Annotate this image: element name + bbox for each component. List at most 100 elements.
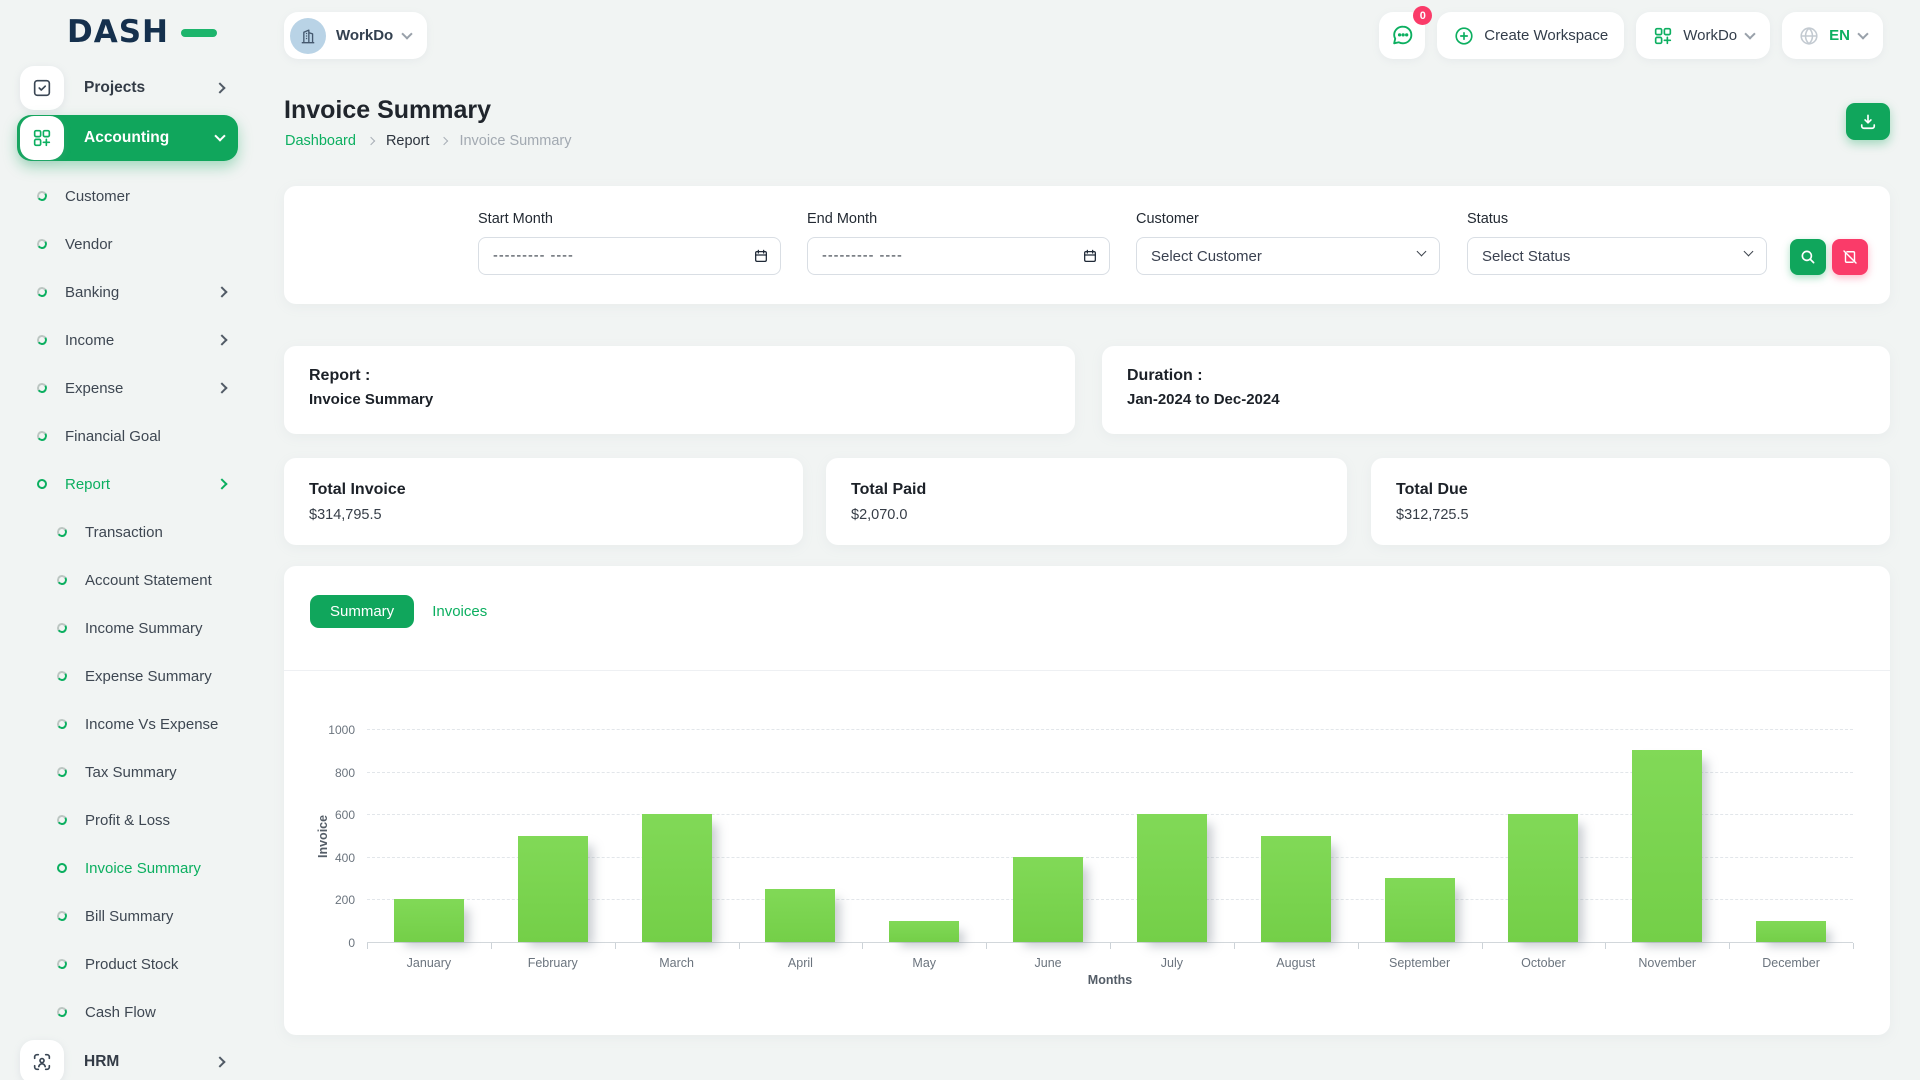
axis-tick — [1110, 943, 1111, 949]
axis-tick — [986, 943, 987, 949]
x-tick-label: December — [1729, 956, 1853, 970]
sidebar-item-report[interactable]: Report — [0, 460, 240, 508]
sidebar-item-product-stock[interactable]: Product Stock — [0, 940, 240, 988]
gridline-800 — [367, 772, 1853, 773]
customer-label: Customer — [1136, 211, 1440, 227]
sidebar-item-banking[interactable]: Banking — [0, 268, 240, 316]
breadcrumb-dashboard[interactable]: Dashboard — [285, 133, 356, 149]
sidebar-item-label: Projects — [84, 79, 145, 97]
sidebar-item-accounting[interactable]: Accounting — [17, 115, 238, 161]
sidebar-item-customer[interactable]: Customer — [0, 172, 240, 220]
download-icon — [1858, 112, 1878, 132]
end-month-input[interactable] — [822, 248, 1073, 264]
axis-tick — [1234, 943, 1235, 949]
bullet-icon — [36, 238, 48, 250]
y-tick-label: 0 — [309, 936, 355, 950]
customer-select[interactable]: Select Customer — [1136, 237, 1440, 275]
sidebar-item-label: Invoice Summary — [85, 860, 201, 877]
status-label: Status — [1467, 211, 1767, 227]
sidebar-item-expense-summary[interactable]: Expense Summary — [0, 652, 240, 700]
bullet-icon — [36, 430, 48, 442]
axis-tick — [739, 943, 740, 949]
filter-card: Start Month End Month Customer Select Cu… — [284, 186, 1890, 304]
chevron-right-icon — [216, 286, 227, 297]
axis-tick — [1853, 943, 1854, 949]
axis-tick — [1358, 943, 1359, 949]
x-tick-label: September — [1358, 956, 1482, 970]
report-info-card: Report : Invoice Summary — [284, 346, 1075, 434]
sidebar-item-profit-loss[interactable]: Profit & Loss — [0, 796, 240, 844]
sidebar-item-label: Customer — [65, 188, 130, 205]
y-tick-label: 800 — [309, 766, 355, 780]
sidebar-item-income[interactable]: Income — [0, 316, 240, 364]
sidebar-item-bill-summary[interactable]: Bill Summary — [0, 892, 240, 940]
report-label: Report : — [309, 367, 1050, 385]
search-icon — [1799, 248, 1817, 266]
chevron-right-icon — [216, 382, 227, 393]
sidebar-item-label: Expense — [65, 380, 123, 397]
x-tick-label: January — [367, 956, 491, 970]
axis-tick — [862, 943, 863, 949]
breadcrumb: Dashboard Report Invoice Summary — [285, 133, 571, 149]
sidebar-item-expense[interactable]: Expense — [0, 364, 240, 412]
axis-tick — [491, 943, 492, 949]
sidebar-item-tax-summary[interactable]: Tax Summary — [0, 748, 240, 796]
search-button[interactable] — [1790, 239, 1826, 275]
download-report-button[interactable] — [1846, 103, 1890, 140]
axis-tick — [615, 943, 616, 949]
sidebar-item-invoice-summary[interactable]: Invoice Summary — [0, 844, 240, 892]
sidebar-item-projects[interactable]: Projects — [17, 65, 238, 111]
tab-summary[interactable]: Summary — [310, 595, 414, 628]
x-tick-label: March — [615, 956, 739, 970]
sidebar-item-label: Profit & Loss — [85, 812, 170, 829]
bar-october — [1508, 814, 1578, 942]
sidebar-item-cash-flow[interactable]: Cash Flow — [0, 988, 240, 1036]
bar-august — [1261, 836, 1331, 943]
bullet-icon — [56, 574, 68, 586]
page-title: Invoice Summary — [284, 96, 491, 125]
gridline-400 — [367, 857, 1853, 858]
chevron-right-icon — [367, 137, 375, 145]
start-month-input[interactable] — [493, 248, 744, 264]
chevron-right-icon — [440, 137, 448, 145]
sidebar-item-financial-goal[interactable]: Financial Goal — [0, 412, 240, 460]
chevron-right-icon — [214, 82, 225, 93]
axis-tick — [367, 943, 368, 949]
bullet-icon — [36, 382, 48, 394]
gridline-1000 — [367, 729, 1853, 730]
checkbox-icon — [20, 66, 64, 110]
sidebar-item-vendor[interactable]: Vendor — [0, 220, 240, 268]
x-tick-label: February — [491, 956, 615, 970]
bullet-icon — [36, 190, 48, 202]
y-tick-label: 400 — [309, 851, 355, 865]
stat-card-total-invoice: Total Invoice $314,795.5 — [284, 458, 803, 545]
bullet-icon — [56, 766, 68, 778]
end-month-field[interactable] — [807, 237, 1110, 275]
bullet-icon — [56, 958, 68, 970]
chevron-down-icon — [1744, 247, 1754, 257]
breadcrumb-report[interactable]: Report — [386, 133, 430, 149]
bar-december — [1756, 921, 1826, 942]
duration-value: Jan-2024 to Dec-2024 — [1127, 391, 1865, 408]
start-month-field[interactable] — [478, 237, 781, 275]
sidebar-item-income-summary[interactable]: Income Summary — [0, 604, 240, 652]
sidebar-item-label: HRM — [84, 1053, 119, 1071]
x-axis-title: Months — [367, 973, 1853, 987]
x-tick-label: August — [1234, 956, 1358, 970]
y-tick-label: 1000 — [309, 723, 355, 737]
sidebar-item-income-vs-expense[interactable]: Income Vs Expense — [0, 700, 240, 748]
bullet-icon — [56, 1006, 68, 1018]
duration-label: Duration : — [1127, 367, 1865, 385]
tab-invoices[interactable]: Invoices — [432, 603, 487, 620]
start-month-label: Start Month — [478, 211, 781, 227]
sidebar-item-account-statement[interactable]: Account Statement — [0, 556, 240, 604]
calendar-icon[interactable] — [1082, 248, 1098, 269]
bullet-icon — [36, 334, 48, 346]
sidebar-item-hrm[interactable]: HRM — [17, 1039, 238, 1080]
reset-button[interactable] — [1832, 239, 1868, 275]
bullet-icon — [56, 814, 68, 826]
sidebar-item-transaction[interactable]: Transaction — [0, 508, 240, 556]
status-select[interactable]: Select Status — [1467, 237, 1767, 275]
bullet-icon — [56, 526, 68, 538]
calendar-icon[interactable] — [753, 248, 769, 269]
